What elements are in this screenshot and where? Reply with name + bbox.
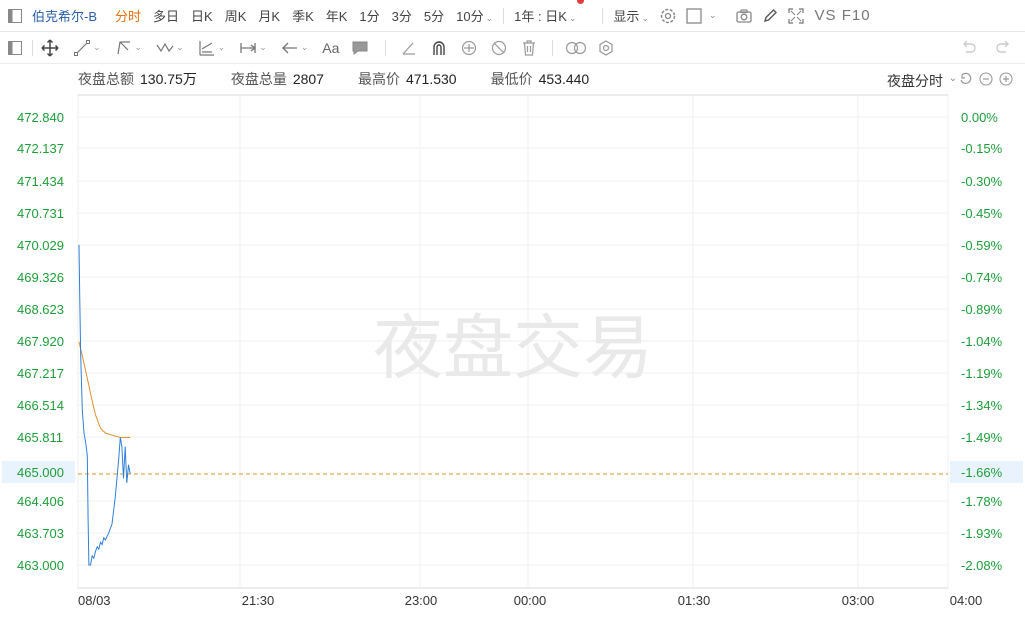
x-tick-label: 00:00 [514,593,547,608]
pct-tick-label: -1.93% [961,526,1003,541]
x-tick-label: 08/03 [78,593,111,608]
pct-tick-label: -0.89% [961,302,1003,317]
price-chart[interactable]: 夜盘交易 472.840 472.137 471.434 470.731 470.029… [0,0,1025,619]
pct-tick-label: -1.34% [961,398,1003,413]
x-tick-label: 03:00 [842,593,875,608]
y-tick-label: 471.434 [17,174,64,189]
y-tick-label: 467.217 [17,366,64,381]
pct-tick-label: -0.30% [961,174,1003,189]
y-tick-label: 467.920 [17,334,64,349]
average-price-line [78,341,131,438]
y-tick-label: 469.326 [17,270,64,285]
x-axis: 08/03 21:30 23:00 00:00 01:30 03:00 04:00 [78,593,982,608]
x-tick-label: 04:00 [950,593,983,608]
pct-tick-label: -1.78% [961,494,1003,509]
y-tick-label: 472.840 [17,110,64,125]
pct-tick-label: -0.74% [961,270,1003,285]
y-axis-left: 472.840 472.137 471.434 470.731 470.029 469.3… [17,110,64,573]
y-tick-label: 463.000 [17,558,64,573]
y-axis-right: 0.00% -0.15% -0.30% -0.45% -0.59% -0.74% -0.89… [961,110,1003,573]
pct-tick-label: -0.15% [961,141,1003,156]
pct-tick-label: -1.04% [961,334,1003,349]
y-tick-label: 468.623 [17,302,64,317]
y-tick-label: 463.703 [17,526,64,541]
pct-tick-label: -1.49% [961,430,1003,445]
y-tick-label: 464.406 [17,494,64,509]
y-tick-label: 472.137 [17,141,64,156]
y-tick-label: 466.514 [17,398,64,413]
y-tick-label: 465.811 [17,430,63,445]
x-tick-label: 01:30 [678,593,711,608]
current-pct-marker-right: -1.66% [950,461,1023,483]
pct-tick-label: 0.00% [961,110,998,125]
y-tick-label: 470.029 [17,238,64,253]
watermark-text: 夜盘交易 [373,307,653,389]
current-price-label: 465.000 [17,465,64,480]
current-price-marker-left: 465.000 [2,461,75,483]
y-tick-label: 470.731 [17,206,64,221]
x-tick-label: 21:30 [242,593,275,608]
pct-tick-label: -0.45% [961,206,1003,221]
pct-tick-label: -1.19% [961,366,1003,381]
current-pct-label: -1.66% [961,465,1003,480]
pct-tick-label: -0.59% [961,238,1003,253]
pct-tick-label: -2.08% [961,558,1003,573]
x-tick-label: 23:00 [405,593,438,608]
